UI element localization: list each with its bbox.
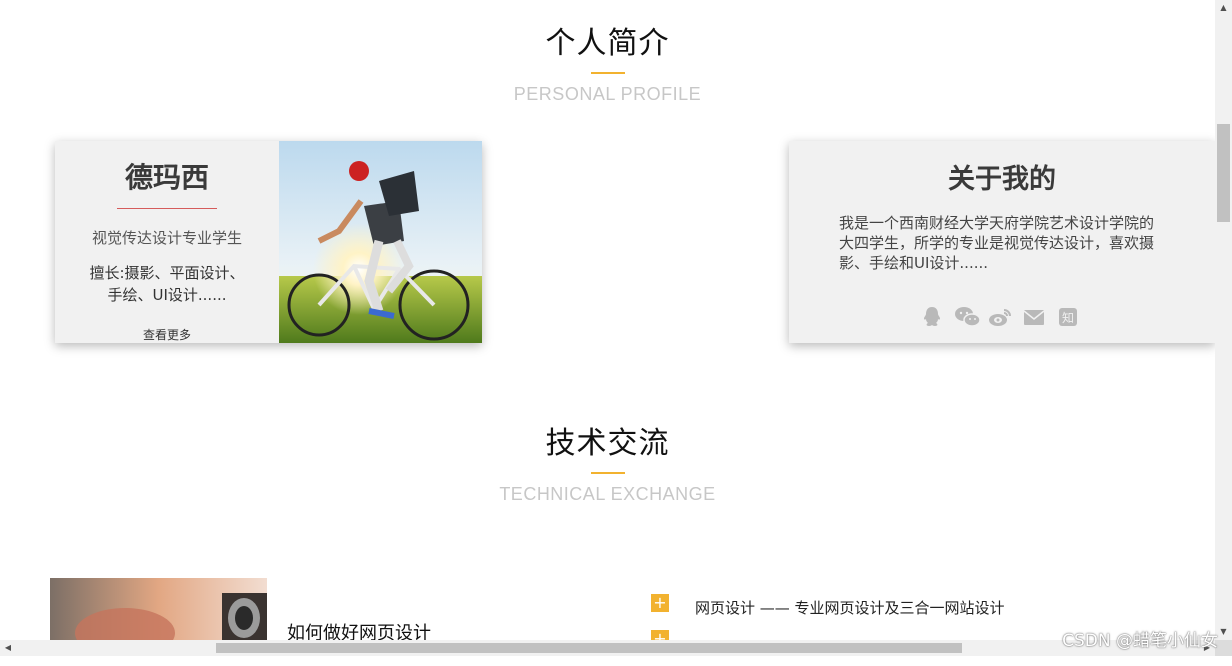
tech-section-header: 技术交流 TECHNICAL EXCHANGE xyxy=(0,418,1215,505)
profile-skills: 擅长:摄影、平面设计、手绘、UI设计...... xyxy=(89,264,245,304)
view-more-link[interactable]: 查看更多 xyxy=(55,326,279,343)
svg-text:知: 知 xyxy=(1062,311,1074,325)
name-underline xyxy=(117,208,217,209)
social-icons: 知 xyxy=(920,306,1080,328)
profile-section-header: 个人简介 PERSONAL PROFILE xyxy=(0,18,1215,105)
scroll-up-arrow-icon[interactable]: ▲ xyxy=(1215,0,1232,16)
article-thumbnail[interactable] xyxy=(50,578,267,640)
about-title: 关于我的 xyxy=(948,164,1056,195)
horizontal-scroll-thumb[interactable] xyxy=(216,643,962,653)
vertical-scroll-thumb[interactable] xyxy=(1217,124,1230,222)
profile-info: 德玛西 视觉传达设计专业学生 擅长:摄影、平面设计、手绘、UI设计...... … xyxy=(55,141,279,343)
profile-section-title: 个人简介 xyxy=(545,26,670,61)
mail-icon[interactable] xyxy=(1022,306,1046,328)
tech-item-text[interactable]: 网页设计 —— 专业网页设计及三合一网站设计 xyxy=(695,597,1005,618)
weibo-icon[interactable] xyxy=(988,306,1012,328)
tech-section-subtitle: TECHNICAL EXCHANGE xyxy=(499,484,716,504)
cyclist-photo xyxy=(279,141,482,343)
about-card: 关于我的 我是一个西南财经大学天府学院艺术设计学院的大四学生，所学的专业是视觉传… xyxy=(789,141,1215,343)
plus-icon[interactable]: + xyxy=(651,594,669,612)
watermark: CSDN @蜡笔小仙女 xyxy=(1062,631,1218,651)
qq-icon[interactable] xyxy=(920,306,944,328)
profile-card: 德玛西 视觉传达设计专业学生 擅长:摄影、平面设计、手绘、UI设计...... … xyxy=(55,141,482,343)
profile-section-subtitle: PERSONAL PROFILE xyxy=(513,84,702,104)
scroll-left-arrow-icon[interactable]: ◀ xyxy=(0,640,16,656)
title-divider xyxy=(590,472,625,474)
profile-name: 德玛西 xyxy=(124,161,209,194)
horizontal-scrollbar[interactable]: ◀ ▶ xyxy=(0,640,1215,656)
about-description: 我是一个西南财经大学天府学院艺术设计学院的大四学生，所学的专业是视觉传达设计，喜… xyxy=(839,214,1155,272)
profile-major: 视觉传达设计专业学生 xyxy=(91,229,242,247)
title-divider xyxy=(590,72,625,74)
zhihu-icon[interactable]: 知 xyxy=(1056,306,1080,328)
wechat-icon[interactable] xyxy=(954,306,981,328)
tech-section-title: 技术交流 xyxy=(545,426,670,461)
vertical-scrollbar[interactable]: ▲ ▼ xyxy=(1215,0,1232,640)
